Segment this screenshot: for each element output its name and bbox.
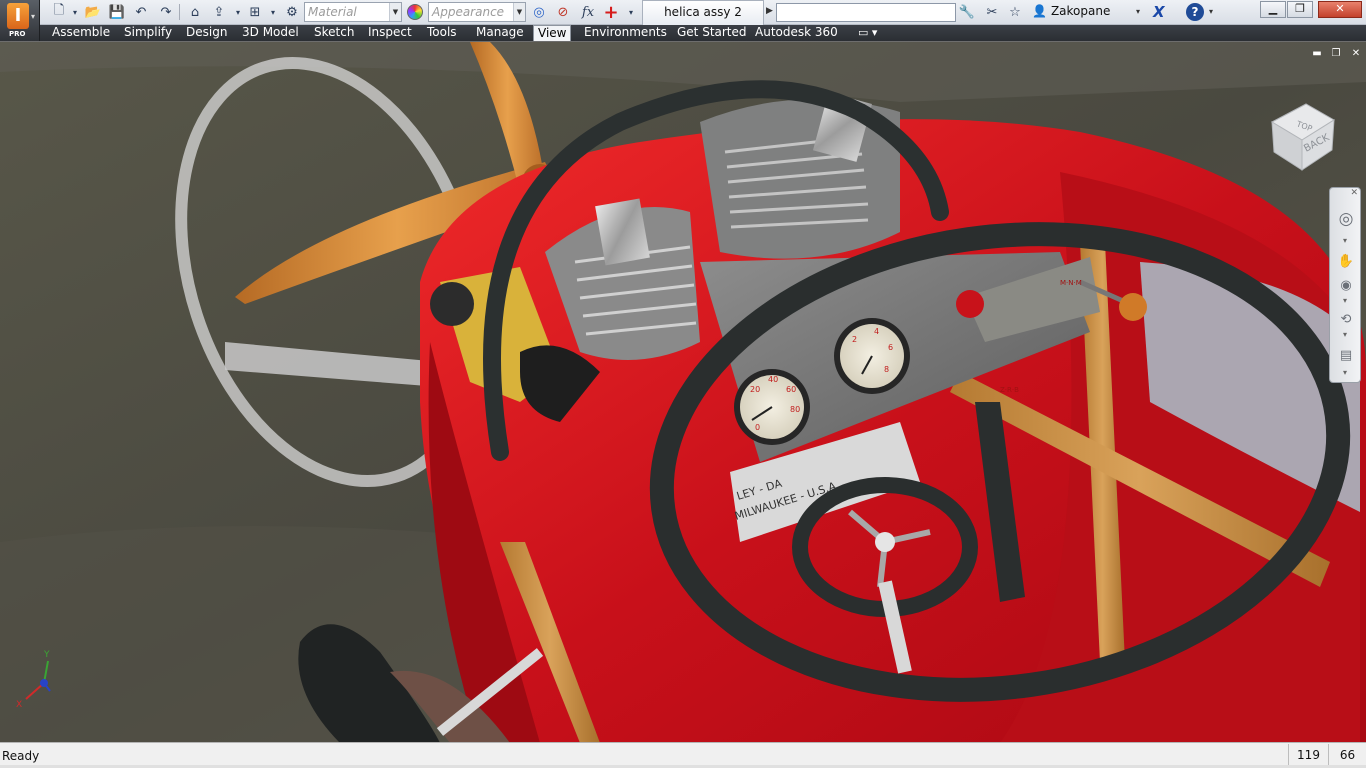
tab-inspect[interactable]: Inspect (364, 25, 416, 41)
gauge-2-mark-6: 6 (888, 343, 893, 352)
select-icon[interactable]: ⊞ (246, 3, 264, 21)
tab-simplify[interactable]: Simplify (120, 25, 176, 41)
add-icon[interactable]: + (602, 2, 620, 23)
appearance-color-icon[interactable] (407, 4, 423, 20)
clear-appearance-icon[interactable]: ⊘ (554, 3, 572, 21)
search-input[interactable] (776, 3, 956, 22)
coordinate-triad: Y X (16, 650, 51, 707)
new-dropdown-icon[interactable]: ▾ (66, 3, 84, 21)
tab-view[interactable]: View (533, 25, 572, 41)
chevron-down-icon[interactable]: ▾ (1136, 7, 1140, 16)
viewport-minimize-icon[interactable]: ▬ (1311, 48, 1323, 60)
gauge-2-mark-8: 8 (884, 365, 889, 374)
steering-wheel-icon[interactable]: ◎ (1337, 209, 1355, 229)
product-badge: PRO (9, 30, 26, 38)
quick-access-toolbar: I PRO ▾ 🗋 ▾ 📂 💾 ↶ ↷ ⌂ ⇪ ▾ ⊞ ▾ ⚙ Material… (0, 0, 1366, 41)
look-at-icon[interactable]: ▤ (1337, 346, 1355, 364)
close-button[interactable]: ✕ (1318, 1, 1362, 18)
pan-hand-icon[interactable]: ✋ (1337, 252, 1355, 270)
status-count-documents: 66 (1328, 744, 1366, 766)
material-placeholder: Material (308, 5, 357, 19)
adjust-appearance-icon[interactable]: ◎ (530, 3, 548, 21)
gauge-1-mark-0: 0 (755, 423, 760, 432)
graphics-viewport[interactable]: 20 40 60 80 0 2 4 6 8 LEY - DA MILWAUKEE… (0, 41, 1366, 742)
tab-tools[interactable]: Tools (423, 25, 461, 41)
lever-label-bottom: Z·R·B (1000, 386, 1019, 394)
status-text: Ready (2, 749, 40, 763)
gauge-2-mark-2: 2 (852, 335, 857, 344)
lever-label-top: M·N·M (1060, 279, 1082, 287)
appearance-dropdown[interactable]: Appearance ▼ (428, 2, 526, 22)
tab-design[interactable]: Design (182, 25, 231, 41)
gauge-1-mark-60: 60 (786, 385, 796, 394)
zoom-icon[interactable]: ◉ (1337, 276, 1355, 294)
search-tools-icon[interactable]: 🔧 (958, 3, 976, 21)
user-name: Zakopane (1050, 4, 1111, 18)
triad-x-label: X (16, 700, 22, 707)
open-folder-icon[interactable]: 📂 (84, 3, 102, 21)
tab-autodesk-360[interactable]: Autodesk 360 (751, 25, 842, 41)
status-bar: Ready 119 66 (0, 742, 1366, 768)
minimize-button[interactable]: ▁ (1260, 1, 1286, 18)
return-icon[interactable]: ⇪ (210, 3, 228, 21)
document-tab[interactable]: helica assy 2 (642, 0, 764, 25)
status-count-occurrences: 119 (1288, 744, 1328, 766)
chevron-down-icon: ▼ (389, 3, 401, 21)
chevron-down-icon: ▼ (513, 3, 525, 21)
tab-manage[interactable]: Manage (472, 25, 528, 41)
orbit-icon[interactable]: ⟲ (1337, 310, 1355, 328)
chevron-down-icon[interactable]: ▾ (1343, 330, 1347, 339)
close-icon[interactable]: ✕ (1350, 188, 1358, 198)
chevron-down-icon[interactable]: ▾ (1343, 368, 1347, 377)
communication-icon[interactable]: ✂ (983, 3, 1001, 21)
exchange-apps-icon[interactable]: X (1153, 3, 1165, 21)
select-dropdown-icon[interactable]: ▾ (264, 3, 282, 21)
viewcube[interactable]: TOP BACK (1266, 92, 1338, 172)
return-dropdown-icon[interactable]: ▾ (229, 3, 247, 21)
triad-y-label: Y (43, 650, 50, 660)
ribbon-display-toggle-icon[interactable]: ▭ ▾ (858, 26, 877, 39)
user-account[interactable]: 👤 Zakopane (1032, 4, 1110, 18)
gauge-2-mark-4: 4 (874, 327, 879, 336)
tab-sketch[interactable]: Sketch (310, 25, 358, 41)
undo-icon[interactable]: ↶ (132, 3, 150, 21)
assembly-render: 20 40 60 80 0 2 4 6 8 LEY - DA MILWAUKEE… (0, 42, 1366, 742)
gauge-1-mark-40: 40 (768, 375, 778, 384)
gauge-1-mark-80: 80 (790, 405, 800, 414)
viewport-restore-icon[interactable]: ❐ (1330, 48, 1342, 60)
appearance-placeholder: Appearance (432, 5, 505, 19)
help-icon[interactable]: ? (1186, 3, 1204, 21)
viewport-close-icon[interactable]: ✕ (1350, 48, 1362, 60)
tab-3d-model[interactable]: 3D Model (238, 25, 303, 41)
ribbon-tab-bar: Assemble Simplify Design 3D Model Sketch… (40, 25, 1366, 41)
gauge-1-mark-20: 20 (750, 385, 760, 394)
chevron-down-icon[interactable]: ▾ (1209, 7, 1213, 16)
redo-icon[interactable]: ↷ (157, 3, 175, 21)
restore-button[interactable]: ❐ (1287, 1, 1313, 18)
customize-dropdown-icon[interactable]: ▾ (622, 3, 640, 21)
separator (179, 4, 180, 20)
chevron-down-icon[interactable]: ▾ (1343, 236, 1347, 245)
chevron-down-icon: ▾ (31, 12, 36, 21)
update-icon[interactable]: ⚙ (283, 3, 301, 21)
favorites-star-icon[interactable]: ☆ (1006, 3, 1024, 21)
navigation-bar: ✕ ◎ ▾ ✋ ◉ ▾ ⟲ ▾ ▤ ▾ (1329, 187, 1361, 383)
parameters-icon[interactable]: fx (579, 3, 597, 21)
chevron-right-icon[interactable]: ▶ (766, 6, 773, 16)
tab-assemble[interactable]: Assemble (48, 25, 114, 41)
home-icon[interactable]: ⌂ (186, 3, 204, 21)
chevron-down-icon[interactable]: ▾ (1343, 296, 1347, 305)
save-icon[interactable]: 💾 (108, 3, 126, 21)
material-dropdown[interactable]: Material ▼ (304, 2, 402, 22)
tab-environments[interactable]: Environments (580, 25, 671, 41)
tab-get-started[interactable]: Get Started (673, 25, 751, 41)
inventor-logo-icon: I (7, 3, 29, 29)
user-icon: 👤 (1032, 4, 1047, 18)
application-menu-button[interactable]: I PRO ▾ (0, 0, 40, 41)
